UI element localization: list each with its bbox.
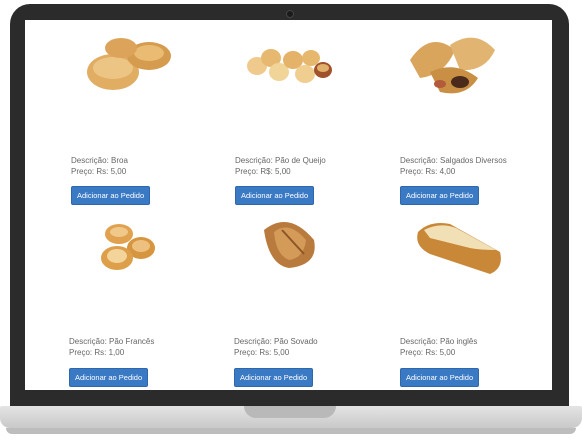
add-to-order-button[interactable]: Adicionar ao Pedido — [234, 368, 314, 387]
product-page: Descrição: Broa Preço: Rs: 5,00 Adiciona… — [25, 20, 552, 390]
add-to-order-button[interactable]: Adicionar ao Pedido — [400, 368, 480, 387]
product-price: Preço: Rs: 5,00 — [71, 167, 127, 176]
product-image-pao-sovado — [264, 222, 315, 268]
product-price: Preço: Rs: 5,00 — [234, 348, 290, 357]
product-description: Descrição: Broa — [71, 156, 128, 165]
product-image-salgados — [410, 37, 495, 94]
product-description: Descrição: Salgados Diversos — [400, 156, 507, 165]
product-price: Preço: R$: 5,00 — [235, 167, 291, 176]
product-price: Preço: Rs: 1,00 — [69, 348, 125, 357]
product-image-pao-frances — [101, 224, 155, 270]
laptop-notch — [244, 406, 336, 418]
product-description: Descrição: Pão de Queijo — [235, 156, 326, 165]
laptop-chin — [10, 390, 569, 406]
camera-icon — [286, 10, 294, 18]
laptop-base-shadow — [6, 428, 576, 434]
product-price: Preço: Rs: 4,00 — [400, 167, 456, 176]
product-description: Descrição: Pão Sovado — [234, 337, 318, 346]
add-to-order-button[interactable]: Adicionar ao Pedido — [71, 186, 151, 205]
product-image-pao-de-queijo — [247, 49, 332, 83]
product-description: Descrição: Pão Francês — [69, 337, 155, 346]
product-image-pao-ingles — [417, 223, 501, 274]
add-to-order-button[interactable]: Adicionar ao Pedido — [69, 368, 149, 387]
product-image-broa — [87, 38, 171, 90]
product-description: Descrição: Pão inglês — [400, 337, 478, 346]
product-price: Preço: Rs: 5,00 — [400, 348, 456, 357]
add-to-order-button[interactable]: Adicionar ao Pedido — [235, 186, 315, 205]
add-to-order-button[interactable]: Adicionar ao Pedido — [400, 186, 480, 205]
